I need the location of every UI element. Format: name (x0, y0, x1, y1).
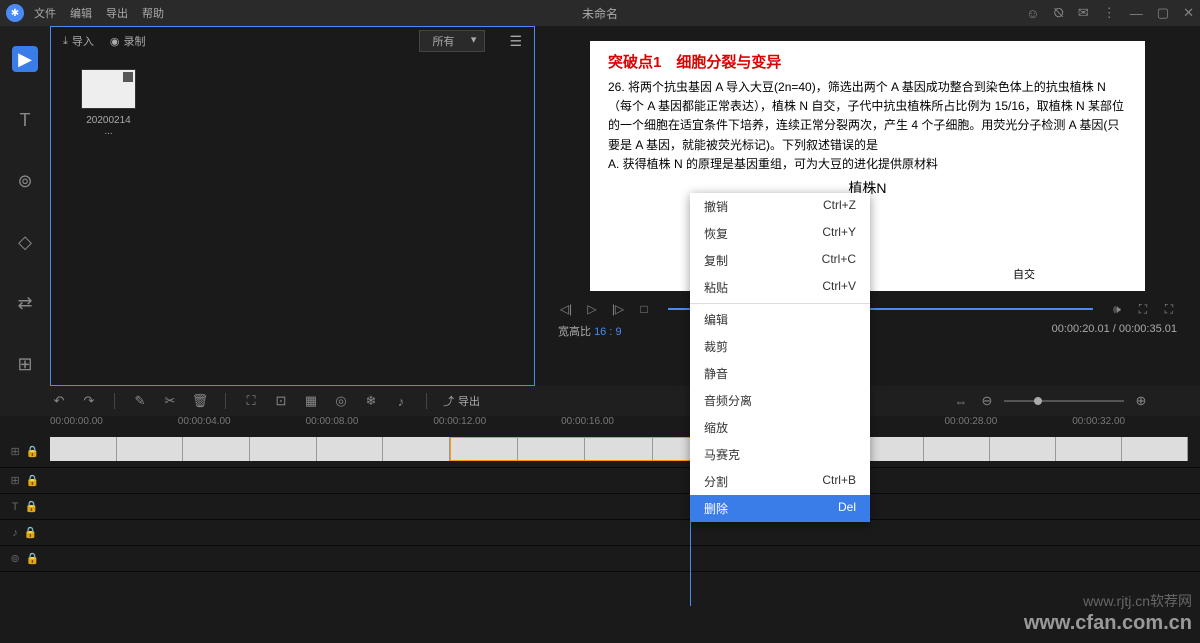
context-menu-item[interactable]: 删除Del (690, 495, 870, 522)
mosaic-icon[interactable]: ▦ (302, 392, 320, 410)
menu-edit[interactable]: 编辑 (70, 5, 92, 21)
watermark-1: www.cfan.com.cn (1024, 612, 1192, 635)
minimize-button[interactable]: — (1130, 6, 1143, 21)
lock-icon[interactable]: 🔒 (26, 552, 40, 565)
more-icon[interactable]: ⋮ (1103, 5, 1116, 21)
context-menu: 撤销Ctrl+Z恢复Ctrl+Y复制Ctrl+C粘贴Ctrl+V 编辑裁剪静音音频… (690, 193, 870, 522)
list-view-icon[interactable]: ☰ (509, 33, 522, 50)
wechat-icon[interactable]: ☺ (1026, 6, 1039, 21)
transition-tab-icon[interactable]: ⇄ (12, 290, 38, 316)
context-menu-item[interactable]: 裁剪 (690, 333, 870, 360)
preview-heading: 突破点1 细胞分裂与变异 (608, 51, 1127, 72)
time-mark: 00:00:12.00 (433, 416, 561, 436)
undo-button[interactable]: ↶ (50, 392, 68, 410)
zoom-icon[interactable]: ⊡ (272, 392, 290, 410)
context-menu-item[interactable]: 分割Ctrl+B (690, 468, 870, 495)
context-menu-item[interactable]: 马赛克 (690, 441, 870, 468)
cut-icon[interactable]: ✂ (161, 392, 179, 410)
pip-track-icon: ⊞ (11, 474, 20, 487)
timeline-toolbar: ↶ ↷ ✎ ✂ 🗑 ⛶ ⊡ ▦ ◎ ❄ ♪ ⤴ 导出 ⇔ ⊖ ⊕ (0, 386, 1200, 416)
record-button[interactable]: ◉ 录制 (110, 33, 146, 49)
video-track-icon: ⊞ (11, 445, 20, 458)
time-mark: 00:00:04.00 (178, 416, 306, 436)
export-button[interactable]: ⤴ 导出 (443, 393, 480, 409)
audio-track[interactable]: ♪🔒 (0, 520, 1200, 546)
left-sidebar: ▶ T ⊚ ◇ ⇄ ⊞ (0, 26, 50, 386)
media-thumbnail[interactable]: 20200214 ... (81, 69, 136, 137)
audio-icon[interactable]: ♪ (392, 392, 410, 410)
video-track-1[interactable]: ⊞🔒 (0, 436, 1200, 468)
time-mark: 00:00:32.00 (1072, 416, 1200, 436)
video-clip-1[interactable] (50, 437, 450, 461)
lock-icon[interactable]: 🔒 (26, 474, 40, 487)
video-clip-3[interactable] (858, 437, 1188, 461)
aspect-ratio-label: 宽高比 16 : 9 (558, 323, 622, 339)
context-menu-item[interactable]: 恢复Ctrl+Y (690, 220, 870, 247)
note-right: 自交 (1013, 266, 1035, 282)
time-mark: 00:00:00.00 (50, 416, 178, 436)
stop-button[interactable]: □ (636, 301, 652, 317)
snapshot-icon[interactable]: ⛶ (1135, 301, 1151, 317)
zoom-in-icon[interactable]: ⊕ (1132, 392, 1150, 410)
app-logo: ✱ (6, 4, 24, 22)
fit-icon[interactable]: ⇔ (952, 392, 970, 410)
media-tab-icon[interactable]: ▶ (12, 46, 38, 72)
menu-export[interactable]: 导出 (106, 5, 128, 21)
message-icon[interactable]: ✉ (1078, 5, 1089, 21)
crop-icon[interactable]: ⛶ (242, 392, 260, 410)
title-bar: ✱ 文件 编辑 导出 帮助 未命名 ☺ ⦰ ✉ ⋮ — ▢ ✕ (0, 0, 1200, 26)
window-title: 未命名 (582, 5, 618, 22)
lock-icon[interactable]: 🔒 (24, 526, 38, 539)
snapshot-tool-icon[interactable]: ◎ (332, 392, 350, 410)
redo-button[interactable]: ↷ (80, 392, 98, 410)
time-mark: 00:00:08.00 (306, 416, 434, 436)
watermark-2: www.rjtj.cn软荐网 (1083, 591, 1192, 611)
context-menu-item[interactable]: 缩放 (690, 414, 870, 441)
context-menu-item[interactable]: 粘贴Ctrl+V (690, 274, 870, 301)
media-panel: ⤓ 导入 ◉ 录制 所有 ☰ 20200214 ... (50, 26, 535, 386)
media-filter-dropdown[interactable]: 所有 (419, 30, 485, 52)
effect-track[interactable]: ⊚🔒 (0, 546, 1200, 572)
text-track[interactable]: T🔒 (0, 494, 1200, 520)
prev-frame-button[interactable]: ◁| (558, 301, 574, 317)
user-icon[interactable]: ⦰ (1053, 5, 1063, 21)
import-button[interactable]: ⤓ 导入 (63, 33, 94, 49)
menu-help[interactable]: 帮助 (142, 5, 164, 21)
time-mark: 00:00:28.00 (944, 416, 1072, 436)
thumb-label: 20200214 ... (81, 115, 136, 137)
play-button[interactable]: ▷ (584, 301, 600, 317)
effects-tab-icon[interactable]: ⊚ (12, 168, 38, 194)
effect-track-icon: ⊚ (11, 552, 20, 565)
preview-question: 26. 将两个抗虫基因 A 导入大豆(2n=40)，筛选出两个 A 基因成功整合… (608, 78, 1127, 155)
preview-option-a: A. 获得植株 N 的原理是基因重组，可为大豆的进化提供原材料 (608, 155, 1127, 174)
zoom-slider[interactable] (1004, 400, 1124, 402)
time-display: 00:00:20.01 / 00:00:35.01 (1052, 323, 1177, 339)
context-menu-item[interactable]: 音频分离 (690, 387, 870, 414)
menu-file[interactable]: 文件 (34, 5, 56, 21)
timeline: 00:00:00.00 00:00:04.00 00:00:08.00 00:0… (0, 416, 1200, 572)
zoom-out-icon[interactable]: ⊖ (978, 392, 996, 410)
time-ruler[interactable]: 00:00:00.00 00:00:04.00 00:00:08.00 00:0… (0, 416, 1200, 436)
text-tab-icon[interactable]: T (12, 107, 38, 133)
lock-icon[interactable]: 🔒 (25, 500, 39, 513)
close-button[interactable]: ✕ (1183, 5, 1194, 21)
video-track-2[interactable]: ⊞🔒 (0, 468, 1200, 494)
freeze-icon[interactable]: ❄ (362, 392, 380, 410)
context-menu-item[interactable]: 撤销Ctrl+Z (690, 193, 870, 220)
fullscreen-icon[interactable]: ⛶ (1161, 301, 1177, 317)
time-mark: 00:00:16.00 (561, 416, 689, 436)
overlay-tab-icon[interactable]: ◇ (12, 229, 38, 255)
lock-icon[interactable]: 🔒 (26, 445, 40, 458)
context-menu-item[interactable]: 编辑 (690, 306, 870, 333)
next-frame-button[interactable]: |▷ (610, 301, 626, 317)
volume-icon[interactable]: 🕪 (1109, 301, 1125, 317)
audio-track-icon: ♪ (12, 527, 18, 539)
text-track-icon: T (12, 501, 19, 513)
delete-icon[interactable]: 🗑 (191, 392, 209, 410)
context-menu-item[interactable]: 静音 (690, 360, 870, 387)
context-menu-item[interactable]: 复制Ctrl+C (690, 247, 870, 274)
element-tab-icon[interactable]: ⊞ (12, 351, 38, 377)
edit-icon[interactable]: ✎ (131, 392, 149, 410)
maximize-button[interactable]: ▢ (1157, 5, 1169, 21)
